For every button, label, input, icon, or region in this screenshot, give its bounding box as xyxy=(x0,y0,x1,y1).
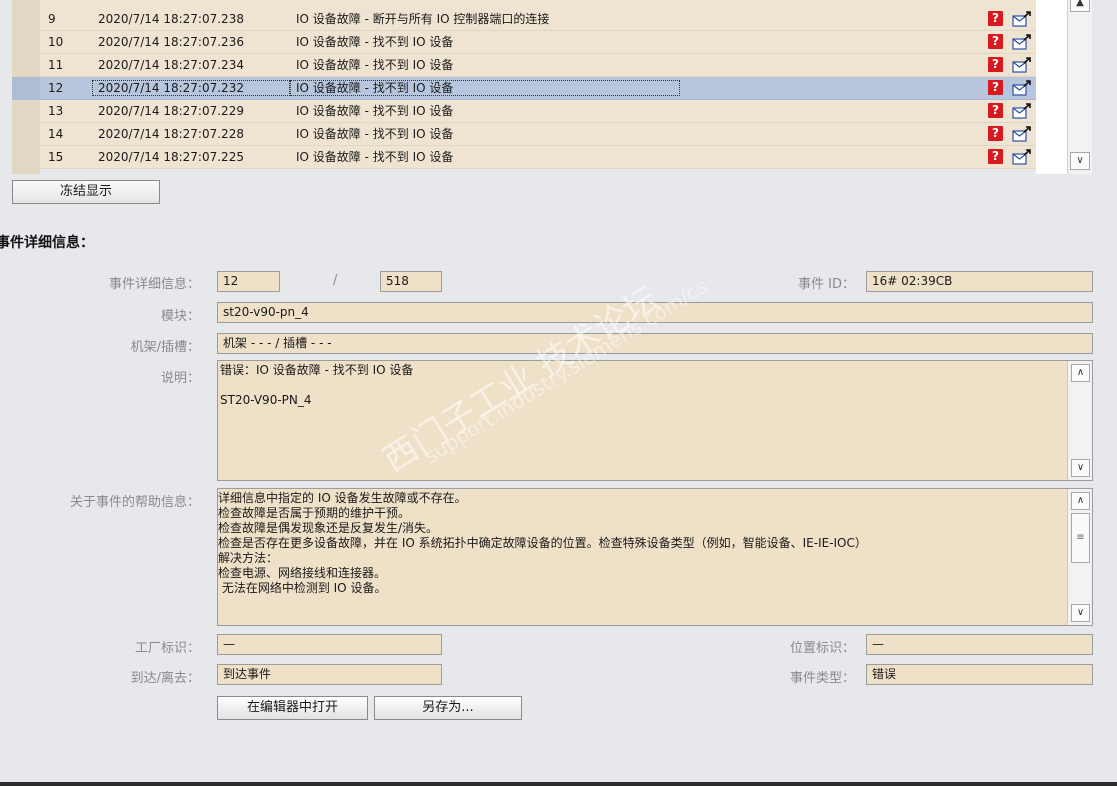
help-icon[interactable]: ? xyxy=(988,11,1003,26)
help-info-text: 详细信息中指定的 IO 设备发生故障或不存在。 检查故障是否属于预期的维护干预。… xyxy=(218,491,867,595)
table-right-column xyxy=(1036,0,1067,174)
row-number: 11 xyxy=(48,58,64,72)
scroll-down-button[interactable]: ∨ xyxy=(1070,152,1090,170)
row-number: 12 xyxy=(48,81,64,95)
go-to-device-icon[interactable] xyxy=(1012,103,1032,119)
row-timestamp: 2020/7/14 18:27:07.225 xyxy=(98,150,244,164)
table-row[interactable]: 10 2020/7/14 18:27:07.236 IO 设备故障 - 找不到 IO… xyxy=(12,31,1067,54)
help-icon[interactable]: ? xyxy=(988,103,1003,118)
row-description: IO 设备故障 - 断开与所有 IO 控制器端口的连接 xyxy=(296,12,550,26)
event-id-field: 16# 02:39CB xyxy=(866,271,1093,292)
row-gutter xyxy=(12,146,40,168)
arrive-leave-label: 到达/离去： xyxy=(130,671,200,686)
row-number: 15 xyxy=(48,150,64,164)
row-description: IO 设备故障 - 找不到 IO 设备 xyxy=(296,104,454,118)
scroll-up-button[interactable]: ▲ xyxy=(1070,0,1090,12)
event-details-title: 事件详细信息： xyxy=(0,235,94,251)
description-scroll-up[interactable]: ∧ xyxy=(1071,364,1090,382)
table-row[interactable]: 14 2020/7/14 18:27:07.228 IO 设备故障 - 找不到 IO… xyxy=(12,123,1067,146)
row-description: IO 设备故障 - 找不到 IO 设备 xyxy=(290,80,680,96)
row-timestamp: 2020/7/14 18:27:07.236 xyxy=(98,35,244,49)
location-id-label: 位置标识： xyxy=(789,641,855,656)
row-timestamp: 2020/7/14 18:27:07.232 xyxy=(92,80,290,96)
help-info-label: 关于事件的帮助信息： xyxy=(69,495,200,510)
table-row[interactable]: 13 2020/7/14 18:27:07.229 IO 设备故障 - 找不到 IO… xyxy=(12,100,1067,123)
row-description: IO 设备故障 - 找不到 IO 设备 xyxy=(296,150,454,164)
row-description: IO 设备故障 - 找不到 IO 设备 xyxy=(296,127,454,141)
event-type-field: 错误 xyxy=(866,664,1093,685)
description-text: 错误：IO 设备故障 - 找不到 IO 设备 ST20-V90-PN_4 xyxy=(220,363,414,407)
table-row[interactable]: 15 2020/7/14 18:27:07.225 IO 设备故障 - 找不到 IO… xyxy=(12,146,1067,169)
row-description: IO 设备故障 - 找不到 IO 设备 xyxy=(296,35,454,49)
go-to-device-icon[interactable] xyxy=(1012,57,1032,73)
event-id-label: 事件 ID： xyxy=(798,277,855,292)
row-timestamp: 2020/7/14 18:27:07.234 xyxy=(98,58,244,72)
index-separator: / xyxy=(333,273,338,288)
help-icon[interactable]: ? xyxy=(988,80,1003,95)
event-index-field: 12 xyxy=(217,271,280,292)
row-gutter xyxy=(12,77,40,99)
row-gutter xyxy=(12,0,40,8)
row-number: 9 xyxy=(48,12,56,26)
row-gutter xyxy=(12,100,40,122)
plant-id-label: 工厂标识： xyxy=(134,641,200,656)
go-to-device-icon[interactable] xyxy=(1012,149,1032,165)
save-as-button[interactable]: 另存为... xyxy=(374,696,522,720)
help-info-textarea[interactable]: 详细信息中指定的 IO 设备发生故障或不存在。 检查故障是否属于预期的维护干预。… xyxy=(217,488,1093,626)
event-type-label: 事件类型： xyxy=(789,671,855,686)
help-scroll-up[interactable]: ∧ xyxy=(1071,492,1090,510)
rack-slot-field: 机架 - - - / 插槽 - - - xyxy=(217,333,1093,354)
row-gutter xyxy=(12,54,40,76)
freeze-display-button[interactable]: 冻结显示 xyxy=(12,180,160,204)
location-id-field: — xyxy=(866,634,1093,655)
help-scroll-thumb[interactable]: ≡ xyxy=(1071,513,1090,563)
table-scrollbar[interactable] xyxy=(1067,0,1092,174)
help-icon[interactable]: ? xyxy=(988,57,1003,72)
row-description: IO 设备故障 - 找不到 IO 设备 xyxy=(296,58,454,72)
table-row[interactable]: 12 2020/7/14 18:27:07.232 IO 设备故障 - 找不到 IO… xyxy=(12,77,1067,100)
row-gutter xyxy=(12,31,40,53)
rack-slot-label: 机架/插槽： xyxy=(130,340,200,355)
module-field: st20-v90-pn_4 xyxy=(217,302,1093,323)
help-icon[interactable]: ? xyxy=(988,34,1003,49)
go-to-device-icon[interactable] xyxy=(1012,34,1032,50)
event-total-field: 518 xyxy=(380,271,442,292)
table-row[interactable]: 9 2020/7/14 18:27:07.238 IO 设备故障 - 断开与所有 I… xyxy=(12,8,1067,31)
row-number: 13 xyxy=(48,104,64,118)
event-detail-label: 事件详细信息： xyxy=(108,277,200,292)
row-gutter xyxy=(12,8,40,30)
row-timestamp: 2020/7/14 18:27:07.229 xyxy=(98,104,244,118)
bottom-border xyxy=(0,782,1117,786)
row-number: 14 xyxy=(48,127,64,141)
go-to-device-icon[interactable] xyxy=(1012,11,1032,27)
row-timestamp: 2020/7/14 18:27:07.228 xyxy=(98,127,244,141)
row-number: 10 xyxy=(48,35,64,49)
description-textarea[interactable]: 错误：IO 设备故障 - 找不到 IO 设备 ST20-V90-PN_4 ∧ ∨ xyxy=(217,360,1093,481)
plant-id-field: — xyxy=(217,634,442,655)
description-label: 说明： xyxy=(160,371,200,386)
help-scroll-down[interactable]: ∨ xyxy=(1071,604,1090,622)
open-in-editor-button[interactable]: 在编辑器中打开 xyxy=(217,696,368,720)
event-table: 9 2020/7/14 18:27:07.238 IO 设备故障 - 断开与所有 I… xyxy=(0,0,1117,174)
description-scroll-down[interactable]: ∨ xyxy=(1071,459,1090,477)
go-to-device-icon[interactable] xyxy=(1012,126,1032,142)
row-gutter xyxy=(12,123,40,145)
arrive-leave-field: 到达事件 xyxy=(217,664,442,685)
help-scrollbar[interactable]: ∧ ≡ ∨ xyxy=(1067,489,1092,625)
help-icon[interactable]: ? xyxy=(988,126,1003,141)
help-icon[interactable]: ? xyxy=(988,149,1003,164)
row-timestamp: 2020/7/14 18:27:07.238 xyxy=(98,12,244,26)
go-to-device-icon[interactable] xyxy=(1012,80,1032,96)
table-row[interactable]: 11 2020/7/14 18:27:07.234 IO 设备故障 - 找不到 IO… xyxy=(12,54,1067,77)
description-scrollbar[interactable]: ∧ ∨ xyxy=(1067,361,1092,480)
module-label: 模块： xyxy=(160,309,200,324)
